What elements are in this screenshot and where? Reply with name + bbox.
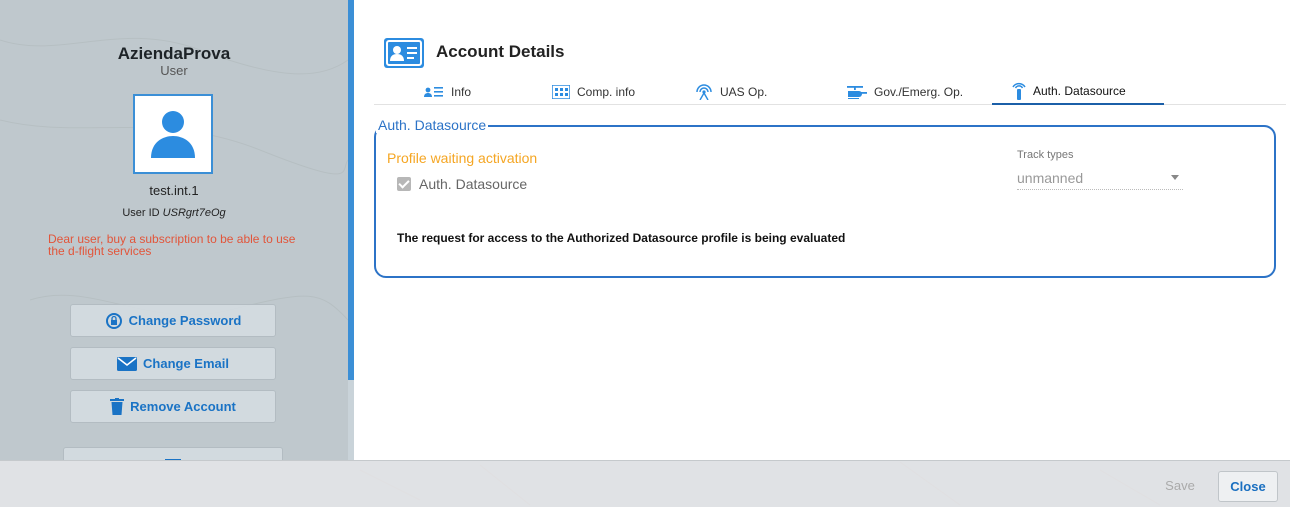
- track-types-select[interactable]: unmanned: [1017, 166, 1183, 190]
- subscription-warning: Dear user, buy a subscription to be able…: [48, 232, 296, 258]
- tab-uas-op-label: UAS Op.: [720, 84, 768, 99]
- remove-account-label: Remove Account: [130, 399, 236, 414]
- person-list-icon: [424, 86, 443, 97]
- user-role: User: [160, 63, 188, 78]
- helicopter-icon: [847, 85, 867, 99]
- section-legend: Auth. Datasource: [376, 117, 489, 133]
- building-icon: [552, 84, 570, 99]
- tab-uas-op[interactable]: UAS Op.: [695, 78, 767, 105]
- close-button[interactable]: Close: [1218, 471, 1278, 502]
- user-sidebar: AziendaProva User test.int.1 User ID USR…: [0, 0, 348, 460]
- tab-auth-datasource-label: Auth. Datasource: [1033, 83, 1126, 98]
- auth-datasource-checkbox[interactable]: [397, 177, 411, 191]
- envelope-icon: [117, 356, 138, 371]
- avatar: [133, 94, 213, 174]
- chevron-down-icon: [1171, 175, 1179, 180]
- dialog-footer: Save Close: [0, 460, 1290, 507]
- id-card-icon: [384, 38, 424, 68]
- tab-comp-info-label: Comp. info: [577, 84, 636, 99]
- signal-tower-icon: [1012, 82, 1026, 100]
- user-id-label: User ID: [122, 207, 160, 219]
- change-email-button[interactable]: Change Email: [70, 347, 276, 380]
- remove-account-button[interactable]: Remove Account: [70, 390, 276, 423]
- tab-info[interactable]: Info: [424, 78, 471, 105]
- evaluation-message: The request for access to the Authorized…: [397, 231, 846, 245]
- dialog-title: Account Details: [436, 42, 565, 61]
- user-id-value: USRgrt7eOg: [162, 207, 226, 219]
- trash-icon: [110, 398, 125, 415]
- tab-info-label: Info: [451, 84, 472, 99]
- company-name: AziendaProva: [117, 44, 231, 63]
- save-button[interactable]: Save: [1158, 475, 1202, 497]
- profile-status: Profile waiting activation: [387, 150, 538, 166]
- track-types-value: unmanned: [1017, 169, 1084, 186]
- tab-comp-info[interactable]: Comp. info: [552, 78, 635, 105]
- account-tabs: Info Comp. info UAS Op. Gov./Emerg. Op. …: [374, 78, 1286, 105]
- auth-datasource-checkbox-row: Auth. Datasource: [397, 176, 527, 192]
- change-password-button[interactable]: Change Password: [70, 304, 276, 337]
- tab-gov-emerg-op-label: Gov./Emerg. Op.: [874, 84, 964, 99]
- change-email-label: Change Email: [143, 356, 229, 371]
- person-icon: [151, 111, 195, 158]
- auth-datasource-checkbox-label: Auth. Datasource: [419, 176, 528, 192]
- antenna-icon: [696, 83, 712, 100]
- auth-datasource-section: [374, 125, 1276, 278]
- change-password-label: Change Password: [128, 313, 242, 328]
- tab-auth-datasource[interactable]: Auth. Datasource: [992, 78, 1164, 105]
- user-id: User ID USRgrt7eOg: [0, 207, 348, 219]
- username: test.int.1: [149, 183, 199, 198]
- account-details-dialog: Account Details Info Comp. info UAS Op. …: [354, 0, 1290, 460]
- subscription-button-partial[interactable]: [63, 447, 283, 460]
- track-types-label: Track types: [1017, 149, 1074, 161]
- tab-gov-emerg-op[interactable]: Gov./Emerg. Op.: [845, 78, 963, 105]
- lock-reset-icon: [105, 312, 122, 329]
